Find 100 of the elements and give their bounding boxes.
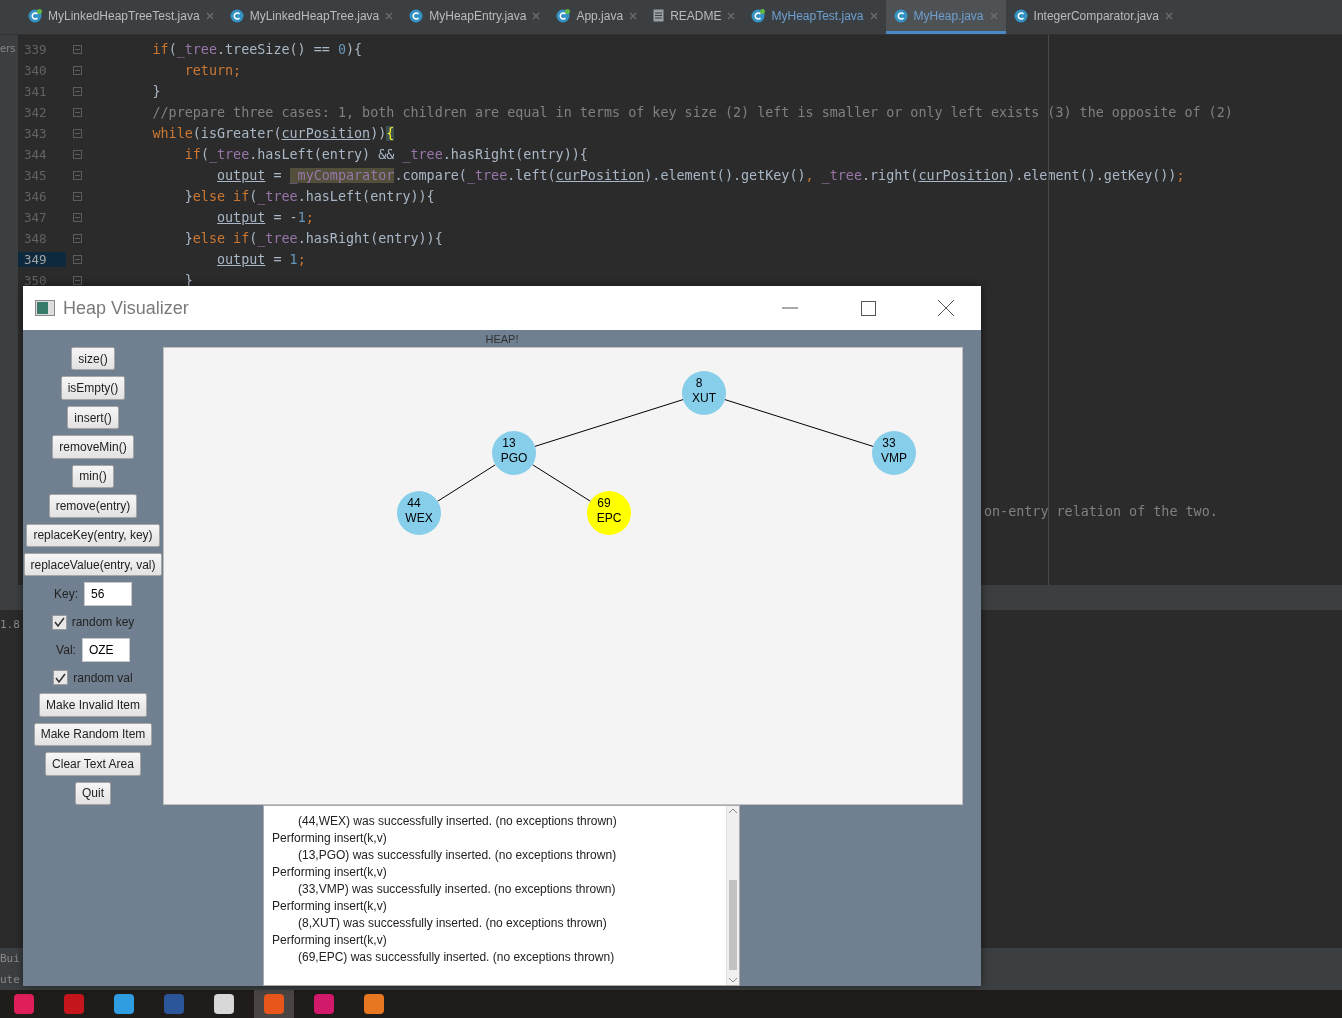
node-value: WEX [405,511,433,525]
document-icon [653,9,665,22]
code-line: }else if(_tree.hasRight(entry)){ [183,231,443,246]
action-button[interactable]: insert() [67,405,119,430]
code-line: output = _myComparator.compare(_tree.left(curPosition).element().getKey(), _tree.right(curPosition).element().getKey()); [216,168,1185,183]
line-number: 348 [23,231,48,246]
minimize-icon [782,307,798,309]
line-number: 346 [23,189,48,204]
code-line: }else if(_tree.hasLeft(entry)){ [183,189,435,204]
fold-icon[interactable] [72,45,82,54]
node-value: PGO [500,451,528,465]
node-key: 33 [882,436,896,450]
action-button[interactable]: Quit [75,781,111,805]
line-number: 350 [23,273,48,288]
file-tab[interactable]: MyLinkedHeapTreeTest.java [20,0,222,34]
class-icon [556,8,571,23]
tree-edge [532,464,591,502]
file-tab[interactable]: MyHeapEntry.java [401,0,549,34]
node-key: 13 [502,436,516,450]
action-button[interactable]: remove(entry) [48,494,138,518]
code-line: if(_tree.treeSize() == 0){ [151,42,363,57]
fold-icon[interactable] [72,129,82,138]
fold-icon[interactable] [72,150,82,159]
log-line: Performing insert(k,v) [272,899,388,915]
status-text: ute [0,973,20,986]
canvas-heading: HEAP! [485,332,519,345]
fold-icon[interactable] [72,213,82,222]
line-number: 347 [23,210,48,225]
file-tab[interactable]: README [645,0,744,34]
fold-icon[interactable] [72,255,82,264]
tree-edge [437,464,496,502]
field-label: Val: [56,642,76,657]
action-button[interactable]: Clear Text Area [45,752,141,776]
action-button[interactable]: replaceKey(entry, key) [26,523,160,547]
class-icon [751,8,766,23]
checkbox[interactable] [51,614,67,630]
line-number: 340 [23,63,48,78]
action-button[interactable]: replaceValue(entry, val) [23,552,163,577]
input-field[interactable]: 56 [84,582,132,607]
fold-icon[interactable] [72,87,82,96]
scroll-up-icon[interactable] [729,808,737,813]
code-line: while(isGreater(curPosition)){ [151,126,395,141]
close-icon[interactable] [532,11,541,20]
class-icon [1013,8,1028,23]
log-line: (13,PGO) was successfully inserted. (no exceptions thrown) [297,848,618,864]
scroll-down-icon[interactable] [729,978,737,983]
log-line: Performing insert(k,v) [272,933,388,949]
action-button[interactable]: isEmpty() [60,376,126,400]
code-line: } [151,84,161,99]
close-icon[interactable] [727,11,736,20]
fold-icon[interactable] [72,66,82,75]
action-button[interactable]: size() [71,347,115,371]
scrollbar[interactable] [726,806,739,985]
fold-icon[interactable] [72,192,82,201]
file-tab[interactable]: App.java [548,0,646,34]
file-tab[interactable]: IntegerComparator.java [1005,0,1181,34]
class-icon [409,8,424,23]
line-number: 343 [23,126,48,141]
line-number: 341 [23,84,48,99]
code-line: return; [183,63,242,78]
fold-icon[interactable] [72,234,82,243]
file-tab[interactable]: MyLinkedHeapTree.java [221,0,402,34]
fold-icon[interactable] [72,108,82,117]
code-line: on-entry relation of the two. [984,504,1218,519]
class-icon [893,8,908,23]
field-label: Key: [54,587,78,602]
close-icon[interactable] [385,11,394,20]
checkbox[interactable] [53,670,69,686]
line-number: 339 [23,42,48,57]
fold-icon[interactable] [72,171,82,180]
file-tab[interactable]: MyHeapTest.java [743,0,886,34]
console-text: 1.8 [0,618,20,631]
window-title: Heap Visualizer [63,297,189,319]
code-line: output = -1; [216,210,314,225]
action-button[interactable]: Make Invalid Item [38,693,147,717]
close-icon[interactable] [869,11,878,20]
log-line: (8,XUT) was successfully inserted. (no exceptions thrown) [297,916,608,932]
node-key: 8 [695,376,703,390]
node-key: 69 [597,496,611,510]
action-button[interactable]: Make Random Item [33,722,153,747]
close-icon[interactable] [1164,11,1173,20]
action-button[interactable]: removeMin() [52,435,134,459]
node-value: XUT [692,391,716,405]
node-key: 44 [407,496,421,510]
code-line: //prepare three cases: 1, both children are equal in terms of key size (2) left is smaller or only left exists (3) the opposite of (2) [151,105,1233,120]
input-field[interactable]: OZE [81,637,130,662]
action-button[interactable]: min() [72,464,114,489]
fold-icon[interactable] [72,276,82,285]
close-icon [938,300,954,316]
code-line: if(_tree.hasLeft(entry) && _tree.hasRight(entry)){ [183,147,588,162]
close-icon[interactable] [205,11,214,20]
log-area[interactable] [263,805,740,986]
log-line: Performing insert(k,v) [272,865,388,881]
close-icon[interactable] [629,11,638,20]
checkbox-label: random key [71,615,135,630]
log-line: (33,VMP) was successfully inserted. (no exceptions thrown) [297,882,617,898]
node-value: VMP [881,451,907,465]
line-number: 342 [23,105,48,120]
node-value: EPC [596,511,622,525]
close-icon[interactable] [989,11,998,20]
